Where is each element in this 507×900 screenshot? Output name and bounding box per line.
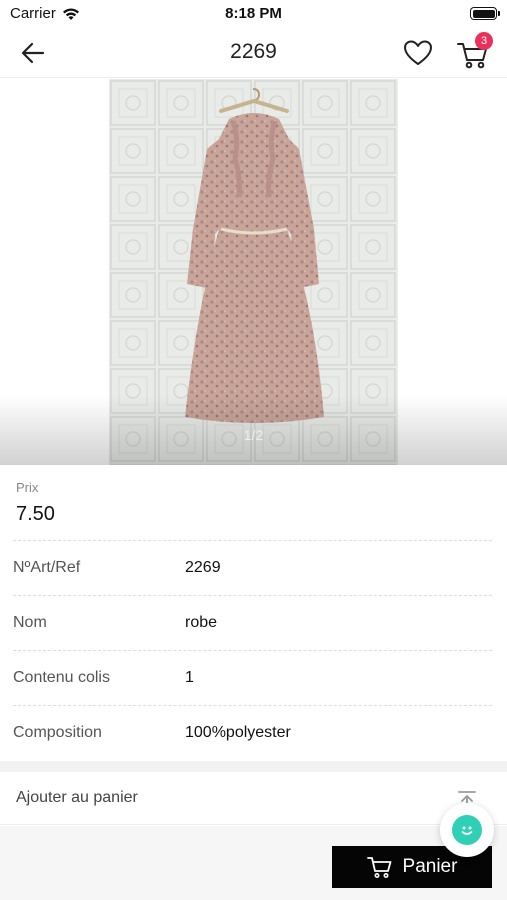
detail-value-package: 1 [185, 669, 194, 686]
detail-label-package: Contenu colis [13, 669, 110, 686]
add-to-cart-row[interactable]: Ajouter au panier [0, 772, 507, 825]
detail-value-ref: 2269 [185, 559, 221, 576]
detail-value-composition: 100%polyester [185, 724, 291, 741]
divider [13, 705, 492, 706]
detail-label-ref: NºArt/Ref [13, 559, 81, 576]
chat-icon [452, 815, 482, 845]
battery-icon [470, 7, 500, 20]
gallery-page-indicator: 1/2 [243, 427, 264, 443]
price-value: 7.50 [16, 503, 55, 525]
status-time: 8:18 PM [225, 5, 282, 22]
product-gallery[interactable]: 1/2 [0, 79, 507, 465]
detail-value-name: robe [185, 614, 218, 631]
price-label: Prix [16, 480, 39, 495]
divider [13, 595, 492, 596]
cart-button-label: Panier [402, 856, 458, 877]
cart-icon [366, 857, 391, 878]
status-bar: Carrier 8:18 PM [0, 0, 507, 28]
divider [13, 650, 492, 651]
nav-bar: 2269 [0, 28, 507, 78]
chat-button[interactable] [440, 803, 494, 857]
section-separator [0, 761, 507, 772]
divider [13, 540, 492, 541]
add-to-cart-label: Ajouter au panier [16, 789, 138, 806]
detail-label-composition: Composition [13, 724, 102, 741]
cart-count-badge: 3 [475, 32, 493, 50]
detail-label-name: Nom [13, 614, 47, 631]
heart-icon[interactable] [402, 37, 434, 69]
